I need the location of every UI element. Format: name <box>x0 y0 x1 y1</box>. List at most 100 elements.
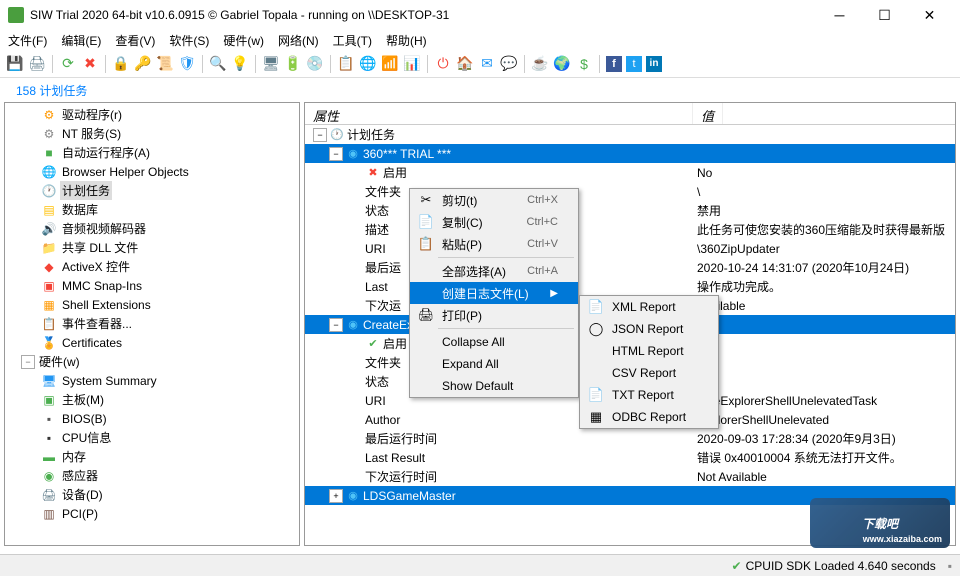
context-menu-item[interactable]: 📄复制(C)Ctrl+C <box>410 211 578 233</box>
globe-icon[interactable]: 🌍 <box>553 55 571 73</box>
context-menu-item[interactable]: 创建日志文件(L)▶ <box>410 282 578 304</box>
tree-item[interactable]: ▤数据库 <box>5 200 299 219</box>
tree-item[interactable]: ▣主板(M) <box>5 390 299 409</box>
property-row[interactable]: ✖启用No <box>305 163 955 182</box>
minimize-button[interactable]: ─ <box>817 1 862 29</box>
property-row[interactable]: −🕐计划任务 <box>305 125 955 144</box>
disk-icon[interactable]: 💿 <box>306 55 324 73</box>
expand-icon[interactable]: − <box>329 318 343 332</box>
tree-item[interactable]: ▪CPU信息 <box>5 428 299 447</box>
menu-hardware[interactable]: 硬件(w) <box>223 32 264 49</box>
tree-item[interactable]: ▦Shell Extensions <box>5 295 299 314</box>
menu-view[interactable]: 查看(V) <box>115 32 155 49</box>
tree-item[interactable]: ⚙NT 服务(S) <box>5 124 299 143</box>
find-icon[interactable]: 🔍 <box>209 55 227 73</box>
column-value[interactable]: 值 <box>693 103 723 124</box>
tree-item[interactable]: ▣MMC Snap-Ins <box>5 276 299 295</box>
tree-item[interactable]: −硬件(w) <box>5 352 299 371</box>
property-name: 启用 <box>383 335 407 352</box>
coffee-icon[interactable]: ☕ <box>531 55 549 73</box>
menu-help[interactable]: 帮助(H) <box>386 32 427 49</box>
property-row[interactable]: Last操作成功完成。 <box>305 277 955 296</box>
traffic-icon[interactable]: 📊 <box>403 55 421 73</box>
context-menu-item[interactable]: 全部选择(A)Ctrl+A <box>410 260 578 282</box>
tree-item[interactable]: ▥PCI(P) <box>5 504 299 523</box>
stop-icon[interactable]: ✖ <box>81 55 99 73</box>
menu-edit[interactable]: 编辑(E) <box>61 32 101 49</box>
property-row[interactable]: 最后运行时间2020-09-03 17:28:34 (2020年9月3日) <box>305 429 955 448</box>
save-icon[interactable]: 💾 <box>6 55 24 73</box>
home-icon[interactable]: 🏠 <box>456 55 474 73</box>
tree-item[interactable]: 🔊音频视频解码器 <box>5 219 299 238</box>
tree-item[interactable]: ◉感应器 <box>5 466 299 485</box>
tree-item[interactable]: 🕐计划任务 <box>5 181 299 200</box>
tree-item[interactable]: 🏅Certificates <box>5 333 299 352</box>
key-icon[interactable]: 🔑 <box>134 55 152 73</box>
property-row[interactable]: 描述此任务可使您安装的360压缩能及时获得最新版 <box>305 220 955 239</box>
context-menu-item[interactable]: CSV Report <box>580 362 718 384</box>
context-menu[interactable]: ✂剪切(t)Ctrl+X📄复制(C)Ctrl+C📋粘贴(P)Ctrl+V 全部选择… <box>409 188 579 398</box>
context-menu-item[interactable]: 📄XML Report <box>580 296 718 318</box>
print-icon[interactable]: 🖨 <box>28 55 46 73</box>
context-menu-item[interactable]: Show Default <box>410 375 578 397</box>
clipboard-icon[interactable]: 📋 <box>337 55 355 73</box>
property-row[interactable]: 最后运2020-10-24 14:31:07 (2020年10月24日) <box>305 258 955 277</box>
menu-file[interactable]: 文件(F) <box>8 32 47 49</box>
license-icon[interactable]: 📜 <box>156 55 174 73</box>
wifi-icon[interactable]: 📶 <box>381 55 399 73</box>
expand-icon[interactable]: − <box>313 128 327 142</box>
tree-item[interactable]: ■自动运行程序(A) <box>5 143 299 162</box>
context-menu-item[interactable]: ✂剪切(t)Ctrl+X <box>410 189 578 211</box>
context-menu-item[interactable]: HTML Report <box>580 340 718 362</box>
expand-icon[interactable]: − <box>329 147 343 161</box>
menu-software[interactable]: 软件(S) <box>169 32 209 49</box>
refresh-icon[interactable]: ⟳ <box>59 55 77 73</box>
eureka-icon[interactable]: 💡 <box>231 55 249 73</box>
property-row[interactable]: URI\360ZipUpdater <box>305 239 955 258</box>
context-menu-item[interactable]: ◯JSON Report <box>580 318 718 340</box>
property-row[interactable]: −◉360*** TRIAL *** <box>305 144 955 163</box>
dollar-icon[interactable]: $ <box>575 55 593 73</box>
property-row[interactable]: Last Result 错误 0x40010004 系统无法打开文件。 <box>305 448 955 467</box>
menu-item-label: Collapse All <box>438 335 558 349</box>
context-menu-item[interactable]: 📄TXT Report <box>580 384 718 406</box>
shield-icon[interactable]: 🛡 <box>178 55 196 73</box>
context-menu-item[interactable]: 📋粘贴(P)Ctrl+V <box>410 233 578 255</box>
monitor-icon[interactable]: 🖥 <box>262 55 280 73</box>
navigation-tree[interactable]: ⚙驱动程序(r)⚙NT 服务(S)■自动运行程序(A)🌐Browser Help… <box>4 102 300 546</box>
expand-icon[interactable]: − <box>21 355 35 369</box>
menu-tools[interactable]: 工具(T) <box>333 32 372 49</box>
maximize-button[interactable]: ☐ <box>862 1 907 29</box>
tree-item[interactable]: ⚙驱动程序(r) <box>5 105 299 124</box>
tree-item[interactable]: 🖨设备(D) <box>5 485 299 504</box>
linkedin-icon[interactable]: in <box>646 56 662 72</box>
context-menu-item[interactable]: ▦ODBC Report <box>580 406 718 428</box>
battery-icon[interactable]: 🔋 <box>284 55 302 73</box>
tree-item[interactable]: 🌐Browser Helper Objects <box>5 162 299 181</box>
tree-item[interactable]: ▪BIOS(B) <box>5 409 299 428</box>
property-row[interactable]: 文件夹\ <box>305 182 955 201</box>
context-menu-item[interactable]: Expand All <box>410 353 578 375</box>
network-icon[interactable]: 🌐 <box>359 55 377 73</box>
column-property[interactable]: 属性 <box>305 103 693 124</box>
twitter-icon[interactable]: t <box>626 56 642 72</box>
property-row[interactable]: 下次运行时间Not Available <box>305 467 955 486</box>
chat-icon[interactable]: 💬 <box>500 55 518 73</box>
tree-item[interactable]: 📁共享 DLL 文件 <box>5 238 299 257</box>
tree-item[interactable]: 🖥System Summary <box>5 371 299 390</box>
expand-icon[interactable]: + <box>329 489 343 503</box>
menu-item-icon: 🖨 <box>414 307 438 323</box>
tree-item[interactable]: 📋事件查看器... <box>5 314 299 333</box>
facebook-icon[interactable]: f <box>606 56 622 72</box>
close-button[interactable]: ✕ <box>907 1 952 29</box>
mail-icon[interactable]: ✉ <box>478 55 496 73</box>
tree-item[interactable]: ◆ActiveX 控件 <box>5 257 299 276</box>
context-menu-item[interactable]: 🖨打印(P) <box>410 304 578 326</box>
context-menu-item[interactable]: Collapse All <box>410 331 578 353</box>
menu-network[interactable]: 网络(N) <box>278 32 319 49</box>
context-submenu-logfiles[interactable]: 📄XML Report◯JSON ReportHTML ReportCSV Re… <box>579 295 719 429</box>
tree-item[interactable]: ▬内存 <box>5 447 299 466</box>
shutdown-icon[interactable]: ⏻ <box>434 55 452 73</box>
property-row[interactable]: 状态禁用 <box>305 201 955 220</box>
lock-icon[interactable]: 🔒 <box>112 55 130 73</box>
